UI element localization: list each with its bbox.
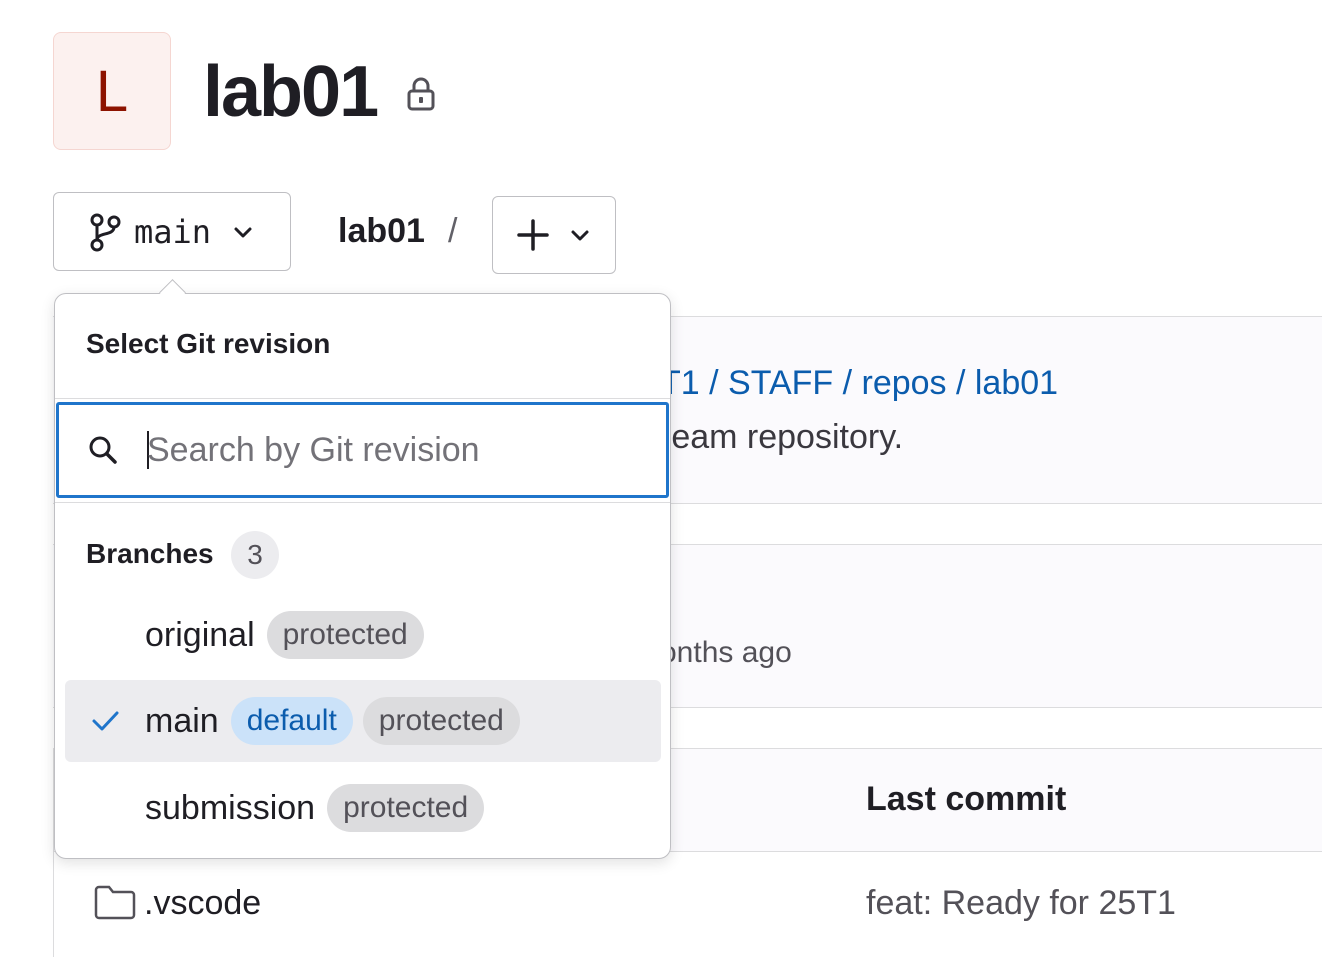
branches-count-badge: 3 — [231, 531, 279, 579]
dropdown-divider — [55, 502, 670, 503]
folder-icon — [94, 885, 136, 920]
project-title: lab01 — [203, 52, 379, 132]
chevron-down-icon — [571, 230, 589, 241]
chevron-down-icon — [234, 227, 252, 237]
branch-name: submission — [145, 788, 316, 827]
check-icon — [92, 711, 119, 731]
branch-name: main — [145, 701, 219, 740]
branch-item-original[interactable]: original protected — [65, 594, 661, 676]
fork-source-link[interactable]: T1 / STAFF / repos / lab01 — [660, 364, 1058, 403]
search-icon — [89, 436, 117, 464]
dropdown-divider — [55, 398, 670, 399]
branches-group-label: Branches — [86, 538, 214, 569]
default-badge: default — [230, 697, 353, 745]
project-avatar: L — [53, 32, 171, 150]
dropdown-title: Select Git revision — [86, 328, 331, 359]
column-header-last-commit: Last commit — [866, 780, 1067, 818]
lock-icon — [407, 77, 435, 111]
project-avatar-letter: L — [95, 58, 129, 124]
add-to-tree-button[interactable] — [492, 196, 616, 274]
breadcrumb-repo[interactable]: lab01 — [338, 212, 425, 251]
plus-icon — [517, 219, 549, 251]
revision-search-input[interactable] — [147, 430, 617, 470]
branch-selector-label: main — [134, 212, 212, 251]
branch-item-main[interactable]: main default protected — [65, 680, 661, 762]
protected-badge: protected — [266, 611, 424, 659]
protected-badge: protected — [327, 784, 485, 832]
branch-icon — [90, 213, 121, 251]
breadcrumb-separator: / — [448, 212, 458, 250]
commit-time: onths ago — [660, 636, 792, 669]
branch-selector-button[interactable]: main — [53, 192, 291, 271]
branch-item-submission[interactable]: submission protected — [65, 767, 661, 849]
fork-description: ream repository. — [660, 418, 904, 456]
file-row-last-commit[interactable]: feat: Ready for 25T1 — [866, 884, 1176, 923]
protected-badge: protected — [362, 697, 520, 745]
file-row-name[interactable]: .vscode — [144, 884, 261, 923]
branch-name: original — [145, 615, 255, 654]
revision-search-box[interactable] — [56, 402, 669, 498]
